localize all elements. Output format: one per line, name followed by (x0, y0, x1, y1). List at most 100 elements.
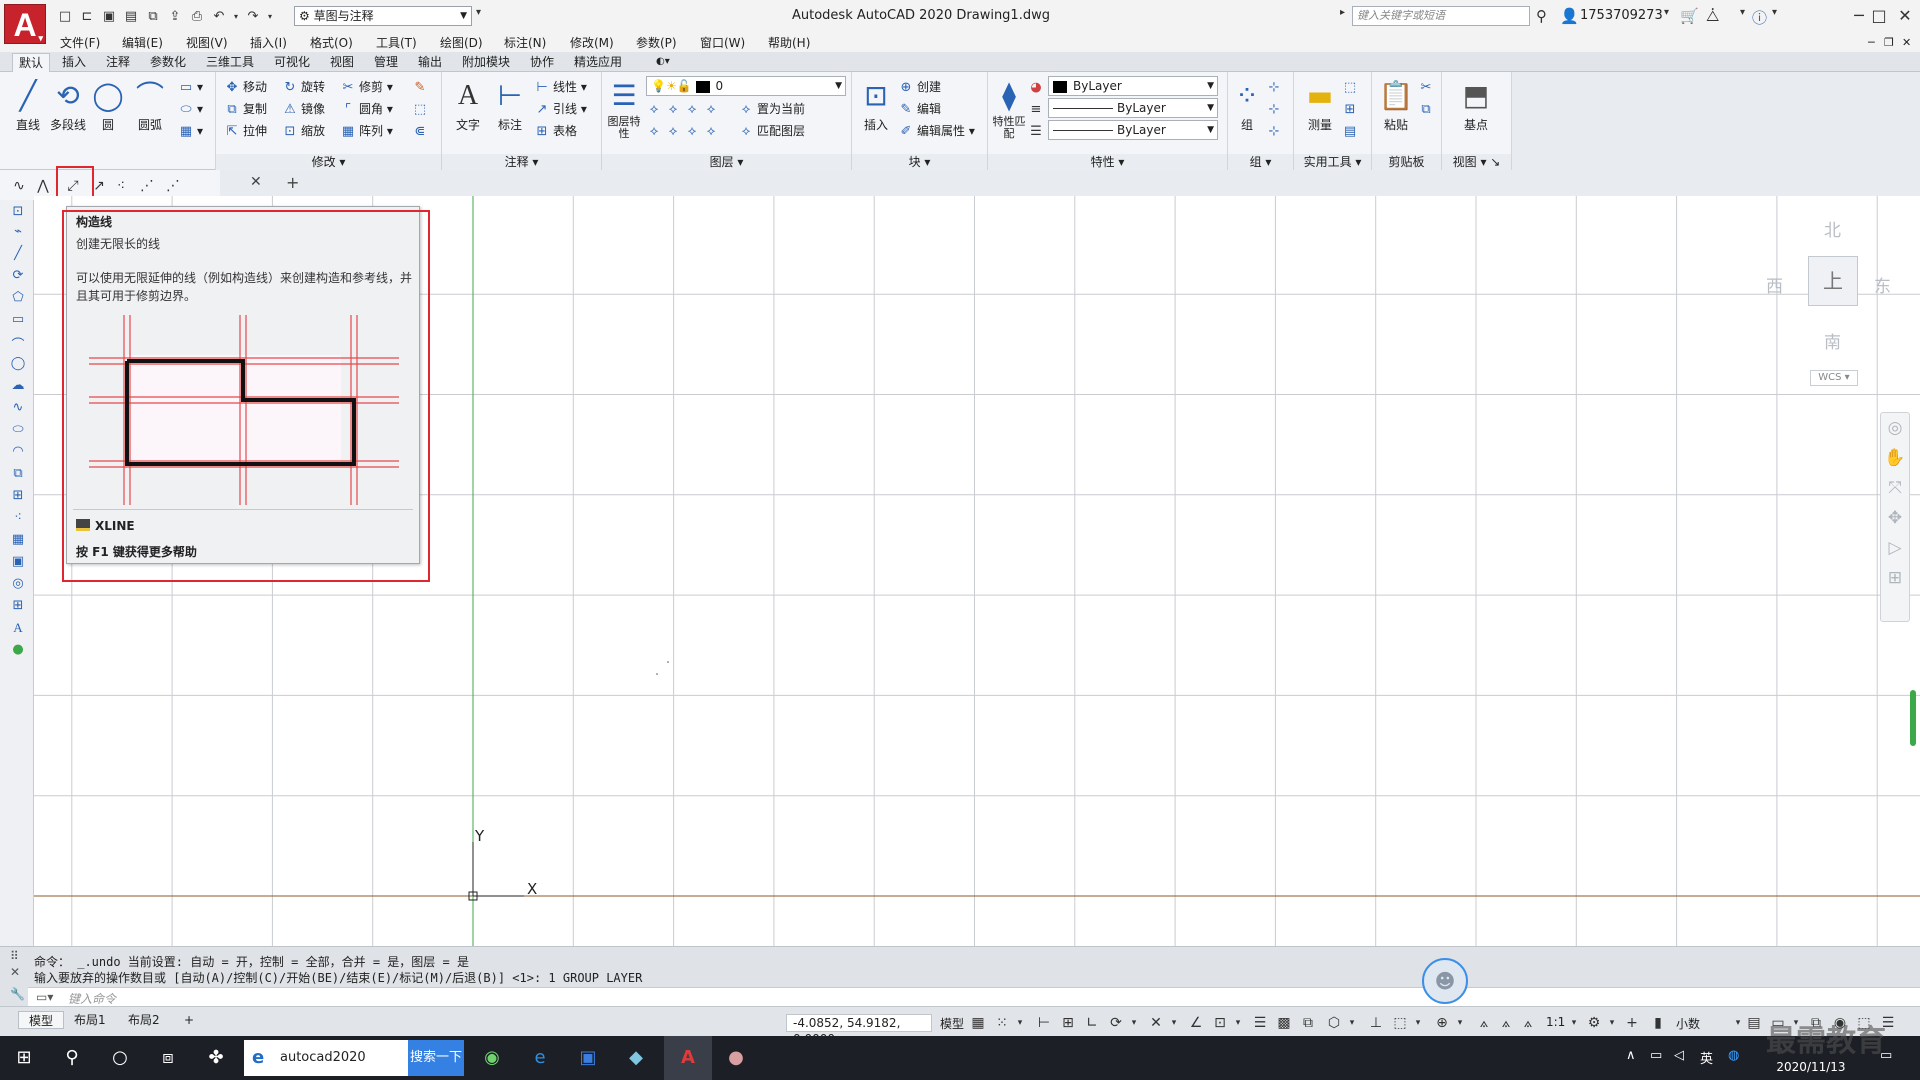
linear-button[interactable]: ⊢ 线性 ▾ (534, 76, 587, 98)
object-snap-tracking-icon[interactable]: ∠ (1186, 1013, 1206, 1033)
gizmo-dropdown-icon[interactable]: ▾ (1450, 1013, 1470, 1033)
dimension-button[interactable]: ⊢ 标注 (490, 76, 530, 133)
circle-button[interactable]: ◯ 圆 (88, 76, 128, 133)
multiple-points-icon[interactable]: ⁖ (110, 176, 132, 196)
revcloud-icon[interactable]: ⊡ (8, 204, 28, 222)
arc-tool-icon[interactable]: ⌒ (8, 334, 28, 353)
measure-button[interactable]: ▬ 测量 (1300, 76, 1340, 133)
tab-view[interactable]: 视图 (324, 53, 360, 72)
tray-chevron-icon[interactable]: ∧ (1626, 1048, 1636, 1063)
cart-icon[interactable]: 🛒 (1680, 7, 1699, 25)
plot-icon[interactable]: ⎙ (188, 8, 206, 26)
point-icon[interactable]: ⌁ (8, 224, 28, 242)
customize-qat-icon[interactable]: ▾ (476, 7, 481, 18)
annotation-scale-icon[interactable]: ⟑ (1518, 1013, 1538, 1033)
ellipse-icon[interactable]: ⬭ ▾ (178, 98, 203, 120)
model-space-toggle[interactable]: 模型 (940, 1015, 964, 1032)
pinwheel-app-icon[interactable]: ✤ (192, 1036, 240, 1080)
menu-view[interactable]: 视图(V) (186, 34, 228, 52)
application-menu-button[interactable]: A ▾ (4, 4, 46, 44)
polygon-icon[interactable]: ⬠ (8, 290, 28, 308)
layers-panel-label[interactable]: 图层 ▾ (602, 154, 851, 170)
pline-tool-icon[interactable]: ⟳ (8, 268, 28, 286)
close-button[interactable]: ✕ (1890, 4, 1920, 28)
cortana-icon[interactable]: ○ (96, 1036, 144, 1080)
compass-east[interactable]: 东 (1874, 272, 1891, 297)
scrollbar-thumb[interactable] (1910, 690, 1916, 746)
hatch-icon[interactable]: ▦ ▾ (178, 120, 203, 142)
compass-north[interactable]: 北 (1824, 216, 1841, 241)
edge-icon[interactable]: e (516, 1036, 564, 1080)
arc-button[interactable]: ⌒ 圆弧 (130, 76, 170, 133)
menu-parametric[interactable]: 参数(P) (636, 34, 677, 52)
insert-tool-icon[interactable]: ⧉ (8, 466, 28, 484)
3d-osnap-icon[interactable]: ⬡ (1324, 1013, 1344, 1033)
units-icon[interactable]: ▮ (1648, 1013, 1668, 1033)
help-icon[interactable]: ⓘ (1752, 7, 1767, 28)
grip-icon[interactable]: ⠿ (10, 949, 19, 963)
menu-dimension[interactable]: 标注(N) (504, 34, 546, 52)
explode-icon[interactable]: ⬚ (412, 98, 431, 120)
wcs-menu[interactable]: WCS ▾ (1810, 370, 1858, 386)
menu-tools[interactable]: 工具(T) (376, 34, 417, 52)
circle-tool-icon[interactable]: ◯ (8, 356, 28, 374)
copy-button[interactable]: ⧉ 复制 (224, 98, 267, 120)
add-layout-icon[interactable]: + (174, 1011, 204, 1029)
annotation-panel-label[interactable]: 注释 ▾ (442, 154, 601, 170)
match-properties-button[interactable]: ⧫ 特性匹配 (992, 76, 1026, 140)
help-dropdown-icon[interactable]: ▾ (1772, 7, 1777, 18)
workspace-dropdown-icon[interactable]: ▾ (1602, 1013, 1622, 1033)
polyline-button[interactable]: ⟲ 多段线 (48, 76, 88, 133)
pan-icon[interactable]: ✋ (1881, 443, 1909, 473)
menu-file[interactable]: 文件(F) (60, 34, 100, 52)
insert-block-button[interactable]: ⊡ 插入 (856, 76, 896, 133)
menu-insert[interactable]: 插入(I) (250, 34, 287, 52)
rect-tool-icon[interactable]: ▭ (8, 312, 28, 330)
set-current-button[interactable]: ⟡ 置为当前 (738, 98, 805, 120)
hatch-tool-icon[interactable]: ▦ (8, 532, 28, 550)
linetype-select[interactable]: ByLayer ▼ (1048, 98, 1218, 118)
customize-cmd-icon[interactable]: 🔧 (10, 987, 25, 1001)
save-icon[interactable]: ▣ (100, 8, 118, 26)
snap-dropdown-icon[interactable]: ▾ (1010, 1013, 1030, 1033)
utilities-panel-label[interactable]: 实用工具 ▾ (1294, 154, 1371, 170)
orbit-icon[interactable]: ✥ (1881, 503, 1909, 533)
edit-block-button[interactable]: ✎ 编辑 (898, 98, 941, 120)
open-icon[interactable]: ⊏ (78, 8, 96, 26)
tab-visualize[interactable]: 可视化 (268, 53, 316, 72)
tab-insert[interactable]: 插入 (56, 53, 92, 72)
wps-icon[interactable]: ▣ (564, 1036, 612, 1080)
block-panel-label[interactable]: 块 ▾ (852, 154, 987, 170)
clipboard-panel-label[interactable]: 剪贴板 (1372, 154, 1441, 170)
measure-points-icon[interactable]: ⋰ (162, 176, 184, 196)
move-button[interactable]: ✥ 移动 (224, 76, 267, 98)
search-input[interactable]: 键入关键字或短语 (1352, 6, 1530, 26)
a360-icon[interactable]: ⧊ (1706, 7, 1719, 25)
doc-close-button[interactable]: ✕ (1902, 34, 1911, 52)
auto-scale-icon[interactable]: ⟑ (1496, 1013, 1516, 1033)
ortho-icon[interactable]: ∟ (1082, 1013, 1102, 1033)
tab-addins[interactable]: 附加模块 (456, 53, 516, 72)
fillet-button[interactable]: ⌜ 圆角 ▾ (340, 98, 393, 120)
polar-dropdown-icon[interactable]: ▾ (1124, 1013, 1144, 1033)
match-layer-button[interactable]: ⟡ 匹配图层 (738, 120, 805, 142)
tab-parametric[interactable]: 参数化 (144, 53, 192, 72)
binoculars-icon[interactable]: ⚲ (1536, 7, 1547, 25)
transparency-icon[interactable]: ▩ (1274, 1013, 1294, 1033)
units-value[interactable]: 小数 (1676, 1015, 1700, 1032)
qq-icon[interactable]: ◍ (1728, 1048, 1739, 1063)
new-icon[interactable]: □ (56, 8, 74, 26)
properties-panel-label[interactable]: 特性 ▾ (988, 154, 1227, 170)
tab-featured-apps[interactable]: 精选应用 (568, 53, 628, 72)
browser-360-icon[interactable]: ◉ (468, 1036, 516, 1080)
tab-3d-tools[interactable]: 三维工具 (200, 53, 260, 72)
ungroup-icon[interactable]: ⊹ (1266, 76, 1285, 98)
gradient-icon[interactable]: ▣ (8, 554, 28, 572)
quick-properties-icon[interactable]: ▤ (1744, 1013, 1764, 1033)
ellipse-tool-icon[interactable]: ⬭ (8, 422, 28, 440)
group-edit-icon[interactable]: ⊹ (1266, 98, 1285, 120)
filter-dropdown-icon[interactable]: ▾ (1408, 1013, 1428, 1033)
groups-panel-label[interactable]: 组 ▾ (1228, 154, 1293, 170)
view-panel-label[interactable]: 视图 ▾ ↘ (1442, 154, 1511, 170)
osnap-dropdown-icon[interactable]: ▾ (1228, 1013, 1248, 1033)
